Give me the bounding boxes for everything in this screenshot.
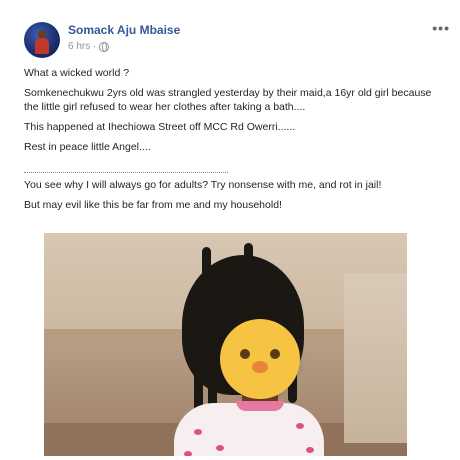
emoji-beak: [252, 361, 268, 373]
child-braid: [244, 243, 253, 269]
avatar-figure: [35, 38, 49, 54]
globe-icon: [99, 41, 110, 52]
post-body-continued: You see why I will always go for adults?…: [24, 178, 448, 218]
dress-flower: [184, 451, 192, 456]
post-paragraph: Somkenechukwu 2yrs old was strangled yes…: [24, 87, 432, 113]
post-paragraph: Rest in peace little Angel....: [24, 141, 151, 153]
emoji-eye: [240, 349, 250, 359]
post-paragraph: This happened at Ihechiowa Street off MC…: [24, 121, 296, 133]
post-time[interactable]: 6 hrs ·: [68, 41, 96, 52]
dress-flower: [216, 445, 224, 451]
child-braid: [194, 343, 203, 413]
emoji-eye: [270, 349, 280, 359]
dress-flower: [306, 447, 314, 453]
child-braid: [202, 247, 211, 277]
dotted-divider: [24, 172, 228, 173]
facebook-post: Somack Aju Mbaise 6 hrs · ••• What a wic…: [14, 8, 458, 220]
dress-flower: [194, 429, 202, 435]
chick-emoji-icon: [220, 319, 300, 399]
post-paragraph: What a wicked world ?: [24, 67, 130, 79]
dress-collar: [236, 401, 284, 411]
author-avatar[interactable]: [24, 22, 60, 58]
post-photo[interactable]: [44, 233, 407, 456]
author-name[interactable]: Somack Aju Mbaise: [68, 23, 180, 37]
ellipsis-icon[interactable]: •••: [432, 20, 450, 36]
post-paragraph: You see why I will always go for adults?…: [24, 179, 382, 191]
photo-pillar: [344, 273, 407, 443]
dress-flower: [296, 423, 304, 429]
post-body: What a wicked world ? Somkenechukwu 2yrs…: [24, 66, 448, 160]
post-meta: 6 hrs ·: [68, 41, 110, 52]
post-paragraph: But may evil like this be far from me an…: [24, 199, 282, 211]
